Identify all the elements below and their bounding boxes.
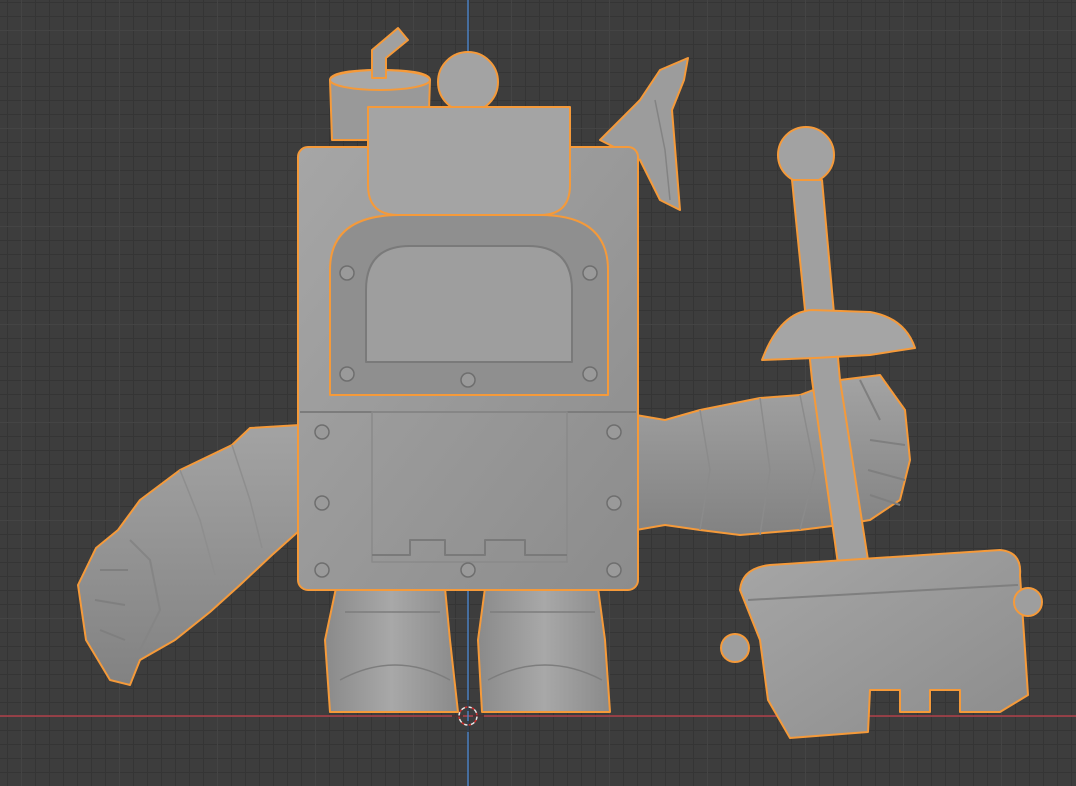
right-arm[interactable] xyxy=(635,374,911,536)
left-arm[interactable] xyxy=(77,424,301,686)
window[interactable] xyxy=(329,214,609,396)
robot-model[interactable] xyxy=(77,27,1043,739)
viewport-scene[interactable] xyxy=(0,0,1076,786)
3d-viewport[interactable] xyxy=(0,0,1076,786)
top-knob[interactable] xyxy=(437,51,499,113)
